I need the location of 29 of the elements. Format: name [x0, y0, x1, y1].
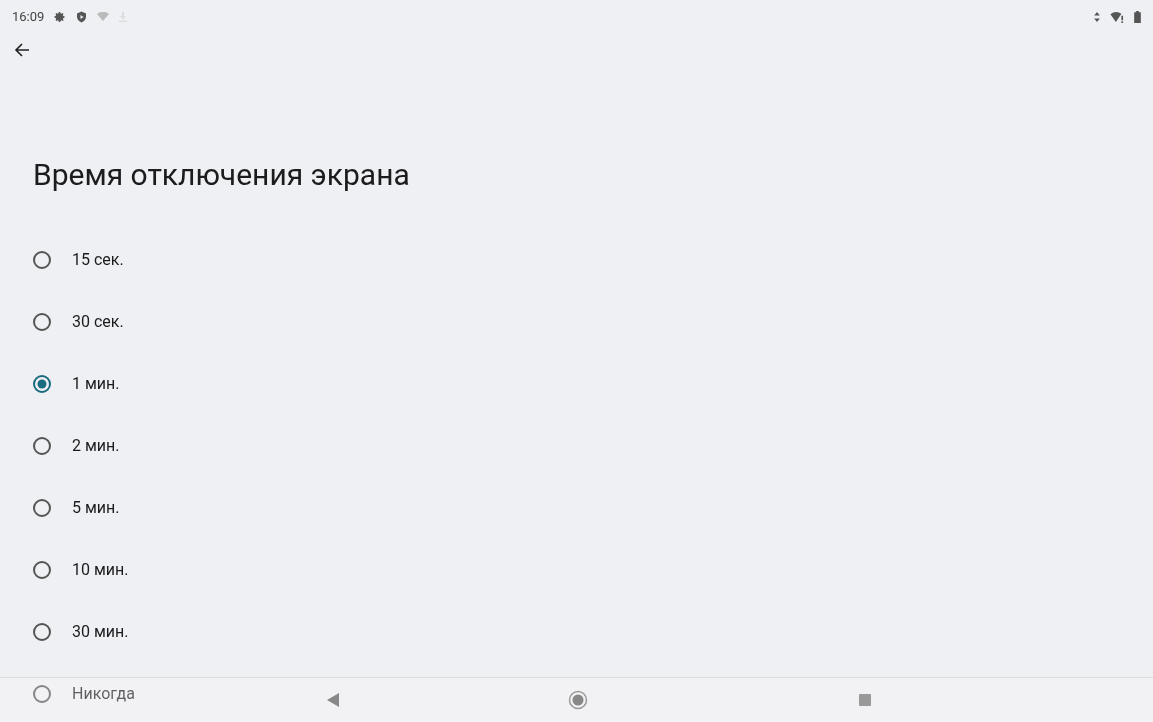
radio-unchecked-icon[interactable]: [32, 560, 52, 580]
option-label: 30 сек.: [72, 311, 124, 333]
back-arrow-icon: [14, 42, 30, 58]
wifi-icon: [1110, 11, 1124, 23]
option-label: Никогда: [72, 683, 135, 705]
option-label: 15 сек.: [72, 249, 124, 271]
radio-unchecked-icon[interactable]: [32, 498, 52, 518]
radio-unchecked-icon[interactable]: [32, 684, 52, 704]
radio-unchecked-icon[interactable]: [32, 436, 52, 456]
option-label: 5 мин.: [72, 497, 120, 519]
radio-unchecked-icon[interactable]: [32, 250, 52, 270]
option-label: 10 мин.: [72, 559, 129, 581]
gear-icon: [54, 11, 67, 23]
data-arrows-icon: [1094, 12, 1100, 22]
home-circle-icon: [568, 690, 588, 710]
square-icon: [859, 694, 871, 706]
radio-checked-icon[interactable]: [32, 374, 52, 394]
back-triangle-icon: [327, 693, 339, 707]
page-title: Время отключения экрана: [33, 157, 410, 193]
status-time: 16:09: [12, 8, 45, 27]
option-label: 2 мин.: [72, 435, 120, 457]
shield-icon: [76, 11, 88, 23]
battery-icon: [1134, 11, 1141, 23]
option-label: 1 мин.: [72, 373, 120, 395]
wifi-icon: [97, 12, 110, 22]
home-button[interactable]: [566, 688, 590, 712]
radio-unchecked-icon[interactable]: [32, 312, 52, 332]
radio-unchecked-icon[interactable]: [32, 622, 52, 642]
option-label: 30 мин.: [72, 621, 129, 643]
